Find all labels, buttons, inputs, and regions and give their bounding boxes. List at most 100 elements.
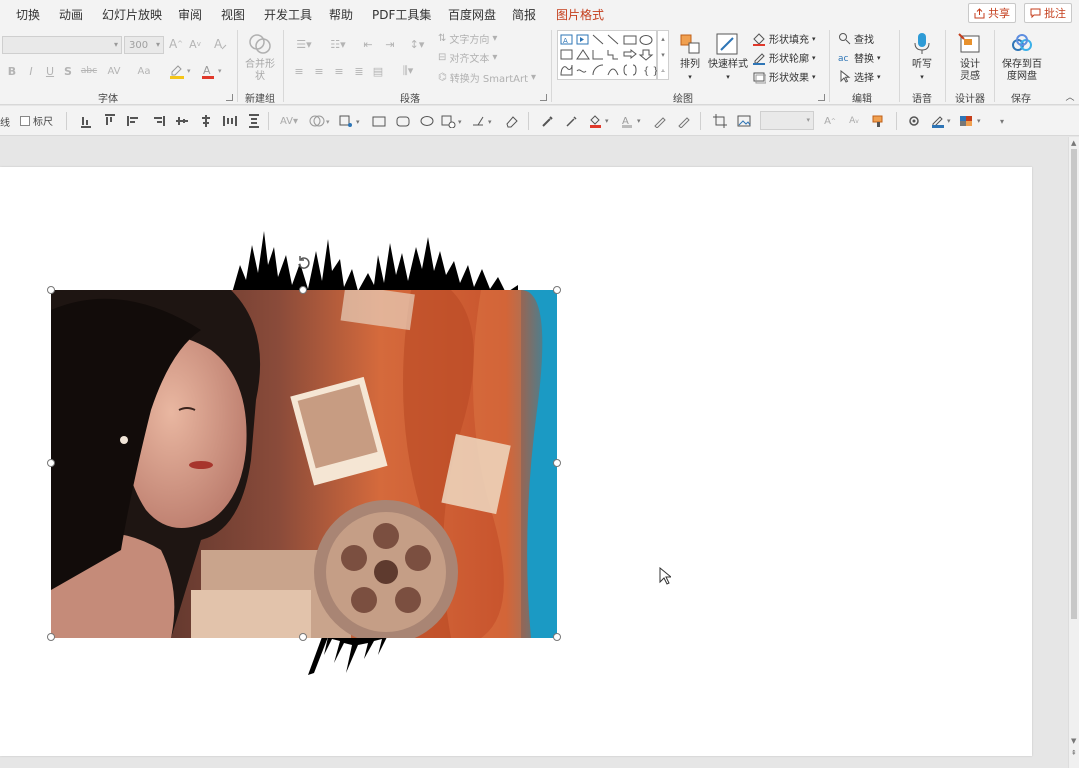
clear-formatting-icon[interactable]: A — [212, 36, 228, 52]
merge-shapes-button[interactable]: 合并形状 — [243, 31, 277, 83]
change-picture-icon[interactable] — [736, 113, 752, 129]
collapse-ribbon-icon[interactable]: ︿ — [1064, 91, 1076, 103]
share-button[interactable]: 共享 — [968, 3, 1016, 23]
drawing-dialog-launcher[interactable] — [818, 94, 825, 101]
size-combo[interactable]: ▾ — [760, 111, 814, 130]
ruler-checkbox[interactable] — [20, 115, 30, 126]
resize-handle-bottom-left[interactable] — [47, 633, 55, 641]
scrollbar-thumb[interactable] — [1071, 149, 1077, 619]
convert-smartart-button[interactable]: ⌬ 转换为 SmartArt ▾ — [438, 70, 536, 85]
photo-woman-film-projector[interactable] — [51, 290, 557, 638]
tab-review[interactable]: 审阅 — [178, 6, 202, 23]
shape-outline-button[interactable]: 形状轮廓 ▾ — [752, 50, 816, 65]
pen-icon[interactable] — [652, 113, 668, 129]
bold-button[interactable]: B — [6, 63, 18, 79]
pencil-icon[interactable] — [676, 113, 692, 129]
shape-merge-icon[interactable]: ▾ — [308, 113, 334, 129]
tab-picture-format[interactable]: 图片格式 — [556, 6, 605, 29]
text-direction-button[interactable]: ⇅ 文字方向 ▾ — [438, 31, 497, 46]
resize-handle-left[interactable] — [47, 459, 55, 467]
align-right-objects-icon[interactable] — [150, 113, 166, 129]
color-palette-icon[interactable]: ▾ — [958, 113, 986, 129]
tab-help[interactable]: 帮助 — [329, 6, 353, 23]
shadow-button[interactable]: S — [62, 63, 74, 79]
align-text-button[interactable]: ⊟ 对齐文本 ▾ — [438, 50, 497, 65]
columns-icon[interactable]: ⫼▾ — [396, 63, 420, 79]
comment-button[interactable]: 批注 — [1024, 3, 1072, 23]
character-spacing-button[interactable]: AV — [102, 63, 126, 79]
strikethrough-button[interactable]: abc — [80, 63, 98, 79]
align-middle-icon[interactable] — [174, 113, 190, 129]
font-size-combo[interactable]: 300 ▾ — [124, 36, 164, 54]
bullets-icon[interactable]: ☰▾ — [290, 36, 318, 52]
eyedropper-icon[interactable] — [540, 113, 556, 129]
align-top-icon[interactable] — [102, 113, 118, 129]
arrange-button[interactable]: 排列 ▾ — [675, 31, 705, 83]
align-right-icon[interactable]: ≡ — [332, 63, 346, 79]
customize-toolbar-icon[interactable]: ▾ — [994, 113, 1010, 129]
tab-baidu-netdisk[interactable]: 百度网盘 — [448, 6, 496, 23]
scroll-up-icon[interactable]: ▲ — [1071, 139, 1076, 147]
shapes-gallery-scroll[interactable]: ▴ ▾ ⩡ — [657, 30, 669, 80]
align-center-objects-icon[interactable] — [198, 113, 214, 129]
change-case-button[interactable]: Aa — [132, 63, 156, 79]
eraser-icon[interactable] — [503, 113, 519, 129]
format-painter-icon[interactable] — [870, 113, 886, 129]
increase-indent-icon[interactable]: ⇥ — [382, 36, 398, 52]
tab-developer[interactable]: 开发工具 — [264, 6, 312, 23]
slide[interactable] — [0, 167, 1032, 756]
settings-gear-icon[interactable] — [906, 113, 922, 129]
ruler-toggle[interactable]: 标尺 — [20, 113, 53, 128]
decrease-font-icon[interactable]: Av — [846, 113, 862, 129]
distribute-vertical-icon[interactable] — [246, 113, 262, 129]
scroll-down-icon[interactable]: ▼ — [1071, 737, 1076, 745]
tab-animations[interactable]: 动画 — [59, 6, 83, 23]
eyedropper-outline-icon[interactable] — [564, 113, 580, 129]
rounded-rectangle-icon[interactable] — [395, 113, 411, 129]
previous-slide-icon[interactable]: ⇞ — [1071, 749, 1077, 757]
rectangle-icon[interactable] — [371, 113, 387, 129]
font-color-icon[interactable]: A ▾ — [200, 63, 226, 79]
font-dialog-launcher[interactable] — [226, 94, 233, 101]
shape-effects-button[interactable]: 形状效果 ▾ — [752, 69, 816, 84]
tab-pdf-tools[interactable]: PDF工具集 — [372, 6, 431, 23]
line-spacing-icon[interactable]: ↕▾ — [405, 36, 429, 52]
align-center-icon[interactable]: ≡ — [312, 63, 326, 79]
resize-handle-top-right[interactable] — [553, 286, 561, 294]
increase-font-size-button[interactable]: A ^ — [169, 36, 183, 52]
font-name-combo[interactable]: ▾ — [2, 36, 122, 54]
tab-transitions[interactable]: 切换 — [16, 6, 40, 23]
picture-border-icon[interactable]: ▾ — [930, 113, 956, 129]
align-left-objects-icon[interactable] — [126, 113, 142, 129]
underline-button[interactable]: U — [44, 63, 56, 79]
shapes-gallery[interactable]: A { } — [557, 30, 659, 80]
justify-icon[interactable]: ≣ — [352, 63, 366, 79]
decrease-font-size-button[interactable]: Av — [188, 36, 202, 52]
resize-handle-bottom-right[interactable] — [553, 633, 561, 641]
align-left-icon[interactable]: ≡ — [292, 63, 306, 79]
distributed-icon[interactable]: ▤ — [371, 63, 385, 79]
align-bottom-icon[interactable] — [78, 113, 94, 129]
select-button[interactable]: 选择 ▾ — [838, 69, 881, 84]
shape-fill-button[interactable]: 形状填充 ▾ — [752, 31, 816, 46]
tab-slideshow[interactable]: 幻灯片放映 — [102, 6, 162, 23]
rotate-icon[interactable]: ▾ — [470, 113, 496, 129]
distribute-horizontal-icon[interactable] — [222, 113, 238, 129]
fill-color-icon[interactable]: ▾ — [588, 113, 614, 129]
resize-handle-top-left[interactable] — [47, 286, 55, 294]
tab-view[interactable]: 视图 — [221, 6, 245, 23]
design-ideas-button[interactable]: 设计灵感 — [952, 31, 988, 83]
crop-icon[interactable] — [712, 113, 728, 129]
edit-shape-icon[interactable]: ▾ — [338, 113, 364, 129]
resize-handle-right[interactable] — [553, 459, 561, 467]
find-button[interactable]: 查找 — [838, 31, 874, 46]
char-spacing-icon[interactable]: AV▾ — [276, 113, 302, 129]
highlight-color-icon[interactable]: ▾ — [168, 63, 194, 79]
tab-briefing[interactable]: 简报 — [512, 6, 536, 23]
numbering-icon[interactable]: ☷▾ — [324, 36, 352, 52]
quick-styles-button[interactable]: 快速样式 ▾ — [707, 31, 749, 83]
paragraph-dialog-launcher[interactable] — [540, 94, 547, 101]
replace-button[interactable]: ac 替换 ▾ — [838, 50, 881, 66]
resize-handle-top[interactable] — [299, 286, 307, 294]
increase-font-icon[interactable]: A ^ — [822, 113, 838, 129]
